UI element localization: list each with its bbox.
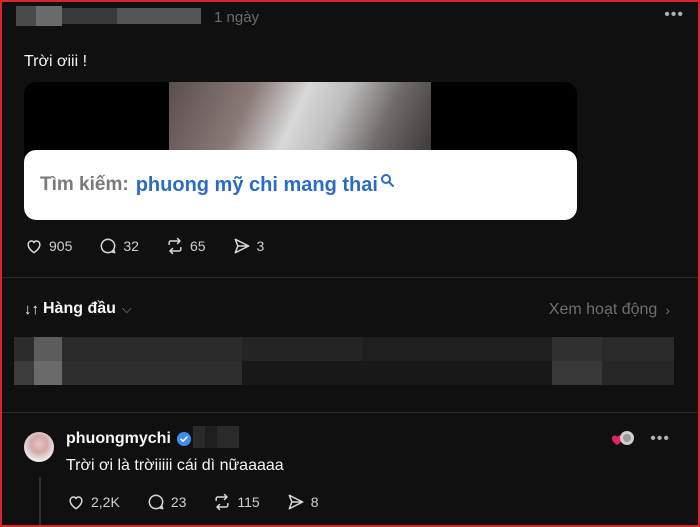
media-photo: [169, 82, 431, 152]
like-count: 2,2K: [91, 494, 120, 510]
search-overlay: Tìm kiếm: phuong mỹ chi mang thai: [24, 150, 577, 220]
share-button[interactable]: 3: [232, 236, 265, 256]
reactors-icon: [612, 431, 634, 445]
username: phuongmychi: [66, 430, 171, 447]
pixel-block: [62, 361, 242, 385]
blurred-username-part: [117, 8, 201, 24]
send-icon: [288, 494, 304, 510]
sort-arrows-icon: ↓↑: [24, 300, 39, 318]
avatar[interactable]: [24, 432, 54, 462]
post-actions: 905 32 65 3: [24, 236, 290, 256]
blurred-avatar-part: [36, 6, 62, 26]
search-icon: [380, 174, 394, 187]
repost-button[interactable]: 65: [165, 236, 206, 256]
share-count: 3: [256, 238, 265, 254]
pixel-block: [552, 361, 602, 385]
pixel-block: [362, 337, 552, 361]
post-media[interactable]: Tìm kiếm: phuong mỹ chi mang thai: [24, 82, 577, 220]
pixel-block: [242, 337, 362, 361]
chevron-right-icon: ›: [665, 302, 670, 318]
thread-line: [39, 477, 41, 525]
search-label: Tìm kiếm:: [40, 174, 129, 195]
chevron-down-icon: ⌵: [121, 301, 132, 316]
like-button[interactable]: 905: [24, 236, 72, 256]
view-activity-link[interactable]: Xem hoạt động ›: [549, 301, 670, 319]
comment-button[interactable]: 32: [98, 236, 139, 256]
comment-icon: [100, 238, 116, 254]
divider: [2, 412, 698, 413]
heart-icon: [69, 496, 83, 510]
search-query: phuong mỹ chi mang thai: [135, 173, 378, 196]
reply-actions: 2,2K 23 115 8: [66, 492, 345, 512]
repost-icon: [215, 493, 229, 511]
pixel-block: [552, 337, 602, 361]
repost-count: 115: [237, 494, 260, 510]
blurred-text: [205, 426, 217, 448]
blurred-avatar: [16, 6, 36, 26]
reply-more-button[interactable]: •••: [650, 430, 670, 448]
divider: [2, 277, 698, 278]
pixel-block: [14, 337, 34, 361]
pixel-block: [34, 337, 62, 361]
post-text: Trời ơiii !: [24, 53, 88, 70]
repost-icon: [168, 237, 182, 255]
blurred-username: [62, 8, 117, 24]
reply-text: Trời ơi là trờiiiii cái dì nữaaaaa: [66, 457, 284, 474]
activity-label: Xem hoạt động: [548, 301, 658, 318]
repost-count: 65: [189, 238, 206, 254]
screenshot-frame: 1 ngày ••• Trời ơiii ! Tìm kiếm: phuong …: [0, 0, 700, 527]
share-button[interactable]: 8: [286, 492, 319, 512]
sort-label: Hàng đầu: [43, 300, 116, 317]
post-header: 1 ngày: [16, 6, 688, 28]
pixel-block: [602, 337, 674, 361]
post-more-button[interactable]: •••: [664, 6, 684, 24]
comment-button[interactable]: 23: [146, 492, 187, 512]
comment-icon: [148, 494, 164, 510]
send-icon: [234, 238, 249, 254]
pixel-block: [242, 361, 552, 385]
like-button[interactable]: 2,2K: [66, 492, 120, 512]
pixel-block: [14, 361, 34, 385]
sort-dropdown[interactable]: ↓↑ Hàng đầu ⌵: [24, 300, 132, 318]
post-time: 1 ngày: [214, 9, 260, 26]
pixel-block: [34, 361, 62, 385]
like-count: 905: [49, 238, 73, 254]
share-count: 8: [310, 494, 319, 510]
comment-count: 23: [170, 494, 187, 510]
repost-button[interactable]: 115: [212, 492, 260, 512]
reply-author[interactable]: phuongmychi: [66, 430, 191, 448]
pixelated-content: [14, 337, 674, 385]
pixel-block: [62, 337, 242, 361]
heart-icon: [27, 240, 41, 254]
verified-badge-icon: [176, 432, 191, 446]
pixel-block: [602, 361, 674, 385]
comment-count: 32: [123, 238, 139, 254]
